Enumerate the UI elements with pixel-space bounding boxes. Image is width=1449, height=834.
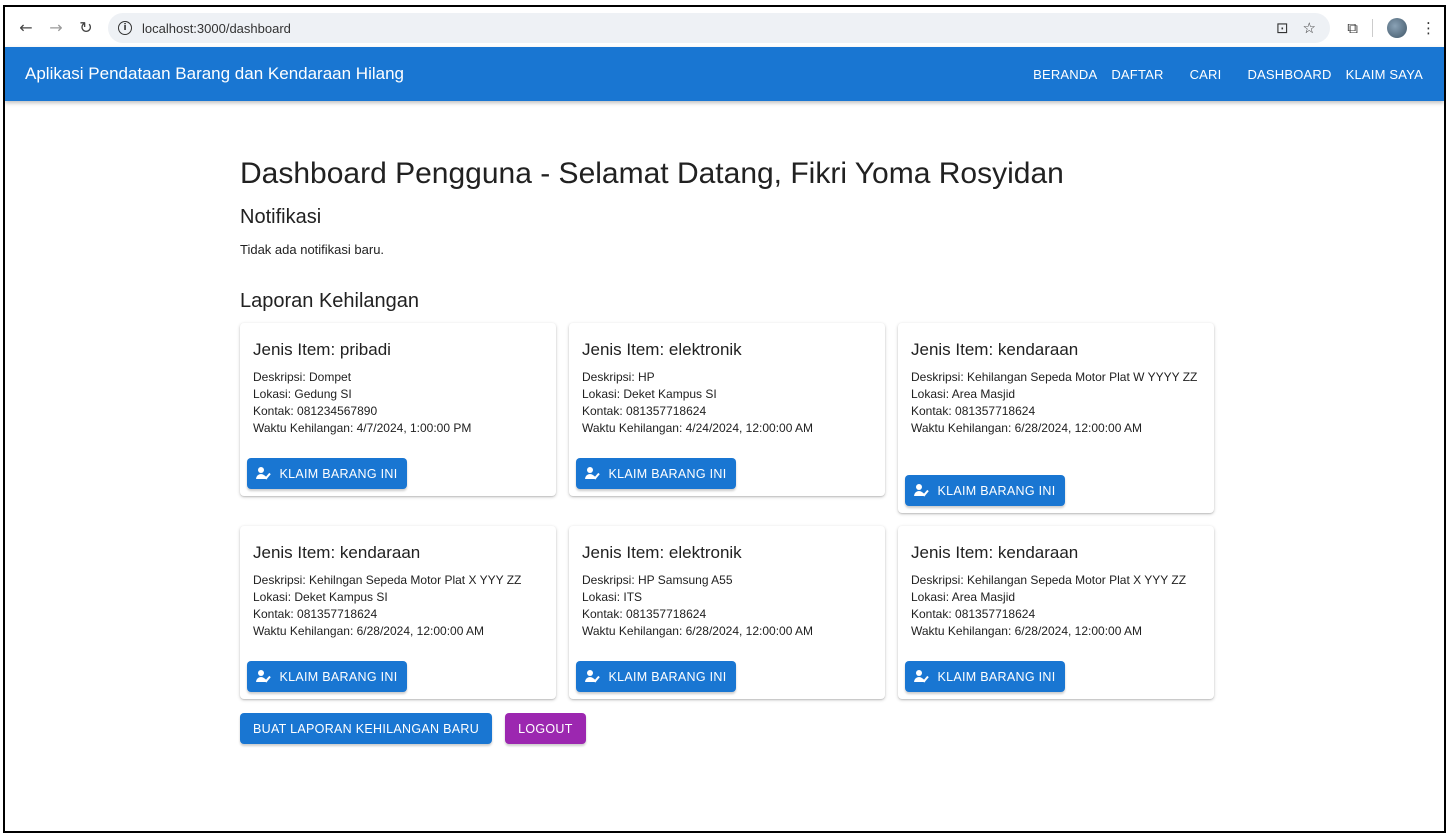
back-icon[interactable]: ← [11,12,41,42]
nav-klaim-saya[interactable]: KLAIM SAYA [1339,67,1430,82]
report-description: Deskripsi: HP [582,370,655,384]
report-time: Waktu Kehilangan: 6/28/2024, 12:00:00 AM [253,624,485,638]
main-nav: BERANDA DAFTAR CARI DASHBOARD KLAIM SAYA [1026,47,1430,101]
report-time: Waktu Kehilangan: 6/28/2024, 12:00:00 AM [911,421,1143,435]
person-check-icon [585,669,601,685]
claim-button-label: KLAIM BARANG INI [937,669,1056,684]
toolbar-divider [1372,19,1373,37]
person-check-icon [914,669,930,685]
browser-toolbar: ← → ↻ i localhost:3000/dashboard ⊡ ☆ ⧉ ⋮ [5,7,1444,47]
report-card: Jenis Item: kendaraan Deskripsi: Kehilng… [240,526,556,699]
report-details: Deskripsi: HP Samsung A55 Lokasi: ITS Ko… [582,572,872,640]
reports-grid: Jenis Item: pribadi Deskripsi: Dompet Lo… [240,323,1220,701]
main-content: Dashboard Pengguna - Selamat Datang, Fik… [240,157,1220,744]
page-title: Dashboard Pengguna - Selamat Datang, Fik… [240,157,1064,190]
browser-menu-icon[interactable]: ⋮ [1421,19,1436,37]
claim-button-label: KLAIM BARANG INI [608,466,727,481]
app-header: Aplikasi Pendataan Barang dan Kendaraan … [5,47,1444,101]
report-time: Waktu Kehilangan: 6/28/2024, 12:00:00 AM [911,624,1143,638]
report-item-type: Jenis Item: pribadi [253,340,391,359]
report-contact: Kontak: 081357718624 [582,404,707,418]
person-check-icon [256,466,272,482]
bookmark-star-icon[interactable]: ☆ [1303,19,1316,37]
report-location: Lokasi: Area Masjid [911,387,1016,401]
report-item-type: Jenis Item: kendaraan [911,340,1079,359]
app-title: Aplikasi Pendataan Barang dan Kendaraan … [25,64,404,83]
reports-heading: Laporan Kehilangan [240,290,420,312]
nav-beranda[interactable]: BERANDA [1026,67,1104,82]
nav-cari[interactable]: CARI [1183,67,1229,82]
address-bar[interactable]: i localhost:3000/dashboard ⊡ ☆ [108,13,1330,43]
logout-button[interactable]: LOGOUT [505,713,586,744]
claim-button-label: KLAIM BARANG INI [279,669,398,684]
claim-item-button[interactable]: KLAIM BARANG INI [576,458,736,489]
report-details: Deskripsi: Kehilangan Sepeda Motor Plat … [911,369,1201,437]
report-details: Deskripsi: Dompet Lokasi: Gedung SI Kont… [253,369,543,437]
report-card: Jenis Item: elektronik Deskripsi: HP Lok… [569,323,885,496]
claim-button-label: KLAIM BARANG INI [608,669,727,684]
report-description: Deskripsi: HP Samsung A55 [582,573,733,587]
report-location: Lokasi: Deket Kampus SI [253,590,388,604]
report-item-type: Jenis Item: kendaraan [911,543,1079,562]
claim-button-label: KLAIM BARANG INI [937,483,1056,498]
browser-window: ← → ↻ i localhost:3000/dashboard ⊡ ☆ ⧉ ⋮… [3,5,1446,833]
profile-avatar[interactable] [1387,18,1407,38]
install-app-icon[interactable]: ⊡ [1276,19,1289,37]
nav-daftar[interactable]: DAFTAR [1104,67,1170,82]
extensions-icon[interactable]: ⧉ [1347,19,1358,37]
report-time: Waktu Kehilangan: 4/7/2024, 1:00:00 PM [253,421,472,435]
url-text[interactable]: localhost:3000/dashboard [142,21,291,36]
person-check-icon [585,466,601,482]
report-contact: Kontak: 081357718624 [582,607,707,621]
claim-button-label: KLAIM BARANG INI [279,466,398,481]
report-time: Waktu Kehilangan: 6/28/2024, 12:00:00 AM [582,624,814,638]
claim-item-button[interactable]: KLAIM BARANG INI [247,661,407,692]
notifications-heading: Notifikasi [240,206,322,228]
report-details: Deskripsi: Kehilangan Sepeda Motor Plat … [911,572,1201,640]
reload-icon[interactable]: ↻ [71,12,101,42]
forward-icon[interactable]: → [41,12,71,42]
report-description: Deskripsi: Kehilangan Sepeda Motor Plat … [911,370,1198,384]
report-contact: Kontak: 081357718624 [911,404,1036,418]
report-location: Lokasi: Deket Kampus SI [582,387,717,401]
report-time: Waktu Kehilangan: 4/24/2024, 12:00:00 AM [582,421,814,435]
report-contact: Kontak: 081234567890 [253,404,378,418]
report-contact: Kontak: 081357718624 [911,607,1036,621]
report-card: Jenis Item: pribadi Deskripsi: Dompet Lo… [240,323,556,496]
nav-dashboard[interactable]: DASHBOARD [1240,67,1338,82]
claim-item-button[interactable]: KLAIM BARANG INI [576,661,736,692]
report-description: Deskripsi: Dompet [253,370,352,384]
report-details: Deskripsi: HP Lokasi: Deket Kampus SI Ko… [582,369,872,437]
report-item-type: Jenis Item: elektronik [582,340,742,359]
claim-item-button[interactable]: KLAIM BARANG INI [905,475,1065,506]
person-check-icon [256,669,272,685]
report-location: Lokasi: Gedung SI [253,387,352,401]
report-location: Lokasi: ITS [582,590,643,604]
report-location: Lokasi: Area Masjid [911,590,1016,604]
report-contact: Kontak: 081357718624 [253,607,378,621]
report-description: Deskripsi: Kehilangan Sepeda Motor Plat … [911,573,1187,587]
page-actions: BUAT LAPORAN KEHILANGAN BARU LOGOUT [240,713,586,744]
report-details: Deskripsi: Kehilngan Sepeda Motor Plat X… [253,572,543,640]
report-item-type: Jenis Item: elektronik [582,543,742,562]
create-report-button[interactable]: BUAT LAPORAN KEHILANGAN BARU [240,713,493,744]
claim-item-button[interactable]: KLAIM BARANG INI [247,458,407,489]
report-card: Jenis Item: kendaraan Deskripsi: Kehilan… [898,526,1214,699]
site-info-icon[interactable]: i [118,21,132,35]
person-check-icon [914,483,930,499]
notifications-empty-text: Tidak ada notifikasi baru. [240,242,385,257]
report-card: Jenis Item: elektronik Deskripsi: HP Sam… [569,526,885,699]
report-card: Jenis Item: kendaraan Deskripsi: Kehilan… [898,323,1214,513]
report-item-type: Jenis Item: kendaraan [253,543,421,562]
claim-item-button[interactable]: KLAIM BARANG INI [905,661,1065,692]
report-description: Deskripsi: Kehilngan Sepeda Motor Plat X… [253,573,522,587]
